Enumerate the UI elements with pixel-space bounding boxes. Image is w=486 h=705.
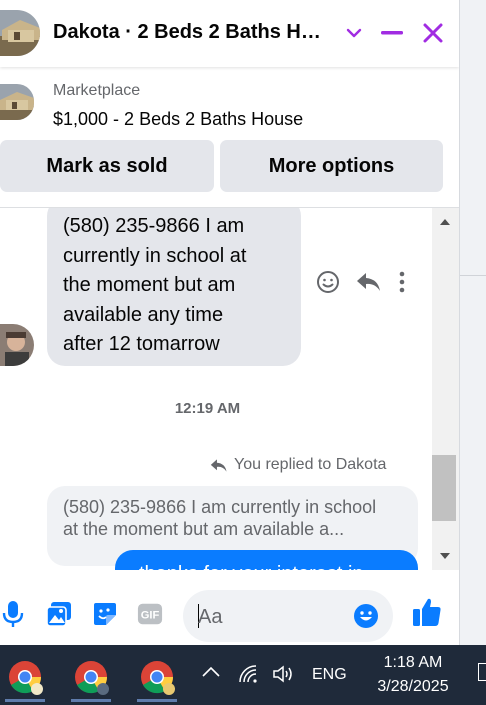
reply-icon[interactable] bbox=[356, 271, 382, 298]
conversation-title[interactable]: Dakota · 2 Beds 2 Baths H… bbox=[53, 21, 333, 44]
active-indicator bbox=[5, 699, 45, 702]
listing-thumbnail[interactable] bbox=[0, 84, 34, 120]
chevron-up-icon[interactable] bbox=[201, 665, 221, 683]
gif-icon[interactable]: GIF bbox=[137, 600, 163, 628]
message-line: (580) 235-9866 I am bbox=[63, 215, 245, 237]
photo-icon[interactable] bbox=[46, 600, 72, 628]
active-indicator bbox=[71, 699, 111, 702]
chrome-profile-1-icon[interactable] bbox=[3, 655, 47, 702]
emoji-icon[interactable] bbox=[353, 603, 379, 634]
clock-time: 1:18 AM bbox=[383, 654, 443, 671]
message-line: currently in school at bbox=[63, 244, 247, 267]
minimize-icon[interactable] bbox=[377, 18, 407, 48]
scroll-down-arrow-icon[interactable] bbox=[440, 553, 450, 559]
taskbar: ENG 1:18 AM 3/28/2025 bbox=[0, 645, 486, 705]
message-list[interactable]: (580) 235-9866 I am currently in school … bbox=[0, 208, 432, 570]
wifi-icon[interactable] bbox=[238, 664, 260, 689]
more-options-icon[interactable] bbox=[398, 271, 406, 298]
message-actions bbox=[316, 270, 406, 299]
composer: GIF Aa bbox=[0, 570, 459, 645]
incoming-message-bubble[interactable]: (580) 235-9866 I am currently in school … bbox=[47, 208, 301, 366]
microphone-icon[interactable] bbox=[0, 600, 26, 628]
active-indicator bbox=[137, 699, 177, 702]
timestamp: 12:19 AM bbox=[174, 400, 241, 417]
message-line: the moment but am bbox=[63, 274, 236, 296]
chevron-down-icon[interactable] bbox=[339, 18, 369, 48]
clock[interactable]: 1:18 AM 3/28/2025 bbox=[358, 651, 468, 699]
background-panel bbox=[460, 0, 486, 645]
quote-line: at the moment but am available a... bbox=[63, 519, 345, 539]
chat-window: Dakota · 2 Beds 2 Baths H… Marketplace $… bbox=[0, 0, 460, 645]
message-line: after 12 tomarrow bbox=[63, 333, 220, 355]
sticker-icon[interactable] bbox=[92, 600, 118, 628]
scroll-up-arrow-icon[interactable] bbox=[440, 219, 450, 225]
sender-avatar[interactable] bbox=[0, 324, 34, 366]
mark-as-sold-button[interactable]: Mark as sold bbox=[0, 140, 214, 192]
message-input-placeholder: Aa bbox=[198, 606, 223, 628]
message-line: available any time bbox=[63, 303, 224, 326]
reply-icon bbox=[210, 458, 227, 472]
reply-label: You replied to Dakota bbox=[234, 456, 387, 473]
message-input[interactable]: Aa bbox=[183, 590, 393, 642]
close-icon[interactable] bbox=[418, 18, 448, 48]
chat-header[interactable]: Dakota · 2 Beds 2 Baths H… bbox=[0, 0, 459, 67]
outgoing-message-bubble[interactable]: thanks for your interest in bbox=[115, 550, 418, 570]
svg-text:GIF: GIF bbox=[141, 610, 160, 622]
volume-icon[interactable] bbox=[272, 664, 296, 689]
like-icon[interactable] bbox=[410, 598, 444, 626]
marketplace-label: Marketplace bbox=[53, 82, 141, 99]
language-indicator[interactable]: ENG bbox=[312, 666, 347, 684]
reply-indicator: You replied to Dakota bbox=[210, 456, 386, 474]
quote-line: (580) 235-9866 I am currently in school bbox=[63, 497, 377, 517]
more-options-button[interactable]: More options bbox=[220, 140, 443, 192]
scrollbar-thumb[interactable] bbox=[432, 455, 456, 521]
emoji-reaction-icon[interactable] bbox=[316, 270, 340, 299]
chrome-profile-2-icon[interactable] bbox=[69, 655, 113, 702]
avatar[interactable] bbox=[0, 10, 40, 56]
chrome-profile-3-icon[interactable] bbox=[135, 655, 179, 702]
notification-icon[interactable] bbox=[478, 663, 486, 681]
clock-date: 3/28/2025 bbox=[377, 678, 449, 695]
scrollbar[interactable] bbox=[432, 208, 459, 570]
listing-title[interactable]: $1,000 - 2 Beds 2 Baths House bbox=[53, 109, 303, 130]
